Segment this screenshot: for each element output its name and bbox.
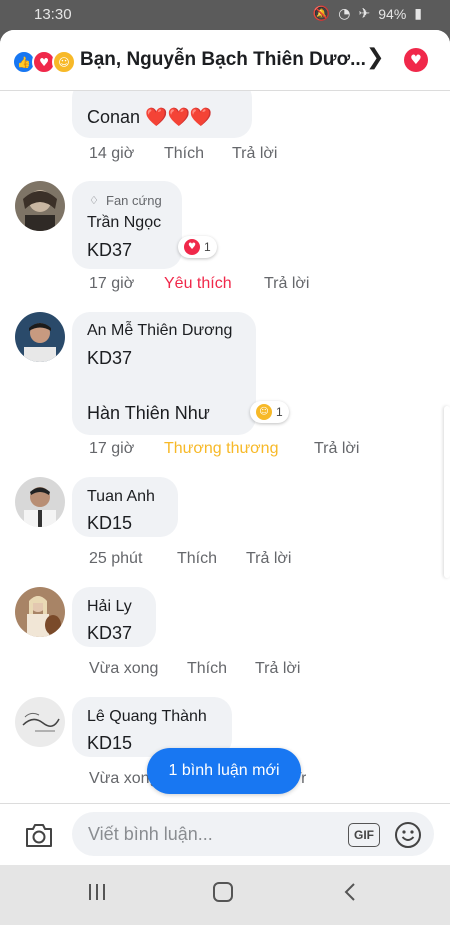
reaction-summary[interactable]: ♥ 1 xyxy=(178,236,217,258)
status-time: 13:30 xyxy=(34,6,72,23)
fan-badge: Fan cứng xyxy=(106,193,162,208)
avatar-image xyxy=(15,587,65,637)
comment-time: 17 giờ xyxy=(89,440,135,457)
avatar[interactable] xyxy=(15,697,65,747)
comment-text: Conan ❤️❤️❤️ xyxy=(87,107,213,127)
status-icons: 🔕 ◔ ✈ 94% ▮ xyxy=(313,6,422,22)
avatar[interactable] xyxy=(15,587,65,637)
comment-text-line: KD37 xyxy=(87,348,133,368)
reactions-header[interactable]: 👍 ♥ ☺ Bạn, Nguyễn Bạch Thiên Dươ... ❯ ♥ xyxy=(0,30,450,91)
like-button[interactable]: Thích xyxy=(187,660,227,678)
commenter-name[interactable]: Hải Ly xyxy=(87,598,132,616)
battery-icon: ▮ xyxy=(414,6,422,22)
comment-text: KD15 xyxy=(87,513,133,533)
comment-list: Conan ❤️❤️❤️ 14 giờ Thích Trả lời ♢ Fan … xyxy=(0,90,450,803)
avatar-image xyxy=(15,181,65,231)
reply-button[interactable]: Trả lời xyxy=(246,550,291,568)
commenter-name[interactable]: Tuan Anh xyxy=(87,488,155,506)
love-button[interactable]: Yêu thích xyxy=(164,275,232,293)
reply-button[interactable]: Trả lời xyxy=(255,660,300,678)
care-icon: ☺ xyxy=(52,50,76,74)
commenter-name[interactable]: An Mễ Thiên Dương xyxy=(87,322,232,340)
comments-sheet: 👍 ♥ ☺ Bạn, Nguyễn Bạch Thiên Dươ... ❯ ♥ … xyxy=(0,30,450,865)
new-comment-pill[interactable]: 1 bình luận mới xyxy=(147,748,301,794)
like-button[interactable]: Thích xyxy=(177,550,217,568)
reaction-count: 1 xyxy=(204,240,211,254)
comment-text-line: Hàn Thiên Như xyxy=(87,403,210,423)
comment-time: Vừa xong xyxy=(89,660,159,677)
like-button[interactable]: Thích xyxy=(164,145,204,163)
camera-icon[interactable] xyxy=(24,821,54,849)
comment-time: 25 phút xyxy=(89,550,143,567)
reaction-count: 1 xyxy=(276,405,283,419)
home-icon[interactable] xyxy=(212,881,234,903)
comment-input[interactable]: Viết bình luận... GIF xyxy=(72,812,434,856)
diamond-icon: ♢ xyxy=(89,194,99,207)
care-icon: ☺ xyxy=(256,404,272,420)
love-icon: ♥ xyxy=(184,239,200,255)
avatar-image xyxy=(15,312,65,362)
reaction-summary[interactable]: ☺ 1 xyxy=(250,401,289,423)
reactors-names[interactable]: Bạn, Nguyễn Bạch Thiên Dươ... xyxy=(80,49,366,71)
chevron-right-icon[interactable]: ❯ xyxy=(366,45,384,70)
avatar[interactable] xyxy=(15,477,65,527)
mute-icon: 🔕 xyxy=(312,6,331,22)
comment-text: KD37 xyxy=(87,623,133,643)
commenter-name[interactable]: Lê Quang Thành xyxy=(87,708,207,726)
love-reaction-button[interactable]: ♥ xyxy=(404,48,428,72)
back-icon[interactable] xyxy=(340,881,362,903)
comment-composer: Viết bình luận... GIF xyxy=(0,803,450,865)
comment-time: 14 giờ xyxy=(89,145,135,162)
battery-percent: 94% xyxy=(378,6,407,22)
reply-button[interactable]: Trả lời xyxy=(264,275,309,293)
avatar[interactable] xyxy=(15,312,65,362)
care-button[interactable]: Thương thương xyxy=(164,440,278,458)
comment-text: KD15 xyxy=(87,733,133,753)
airplane-icon: ✈ xyxy=(358,6,371,22)
gif-button[interactable]: GIF xyxy=(348,823,380,847)
reply-button[interactable]: Trả lời xyxy=(314,440,359,458)
commenter-name[interactable]: Trần Ngọc xyxy=(87,214,161,232)
wifi-icon: ◔ xyxy=(338,6,351,22)
avatar-image xyxy=(15,697,65,747)
avatar-image xyxy=(15,477,65,527)
system-nav-bar xyxy=(0,865,450,925)
status-bar: 13:30 🔕 ◔ ✈ 94% ▮ xyxy=(0,0,450,30)
reply-button[interactable]: Trả lời xyxy=(232,145,277,163)
emoji-icon[interactable] xyxy=(394,821,422,849)
scrollbar[interactable] xyxy=(444,406,450,578)
comment-placeholder: Viết bình luận... xyxy=(88,824,213,844)
comment-text: KD37 xyxy=(87,240,133,260)
recent-apps-icon[interactable] xyxy=(86,881,108,903)
comment-time: 17 giờ xyxy=(89,275,135,292)
avatar[interactable] xyxy=(15,181,65,231)
